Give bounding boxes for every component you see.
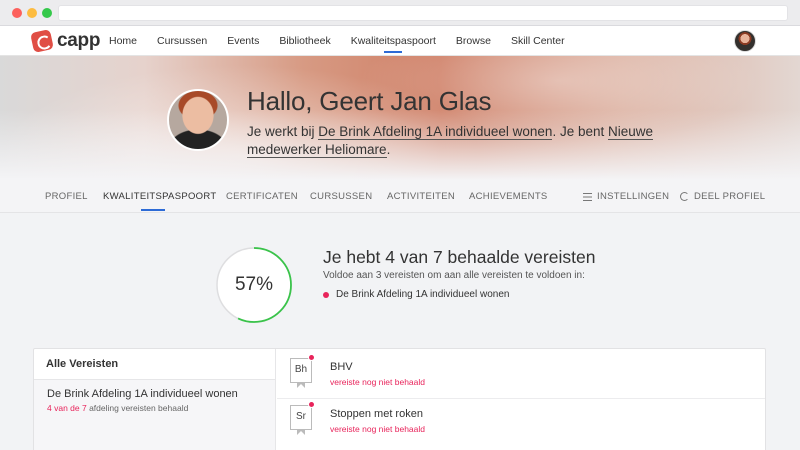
nav-browse[interactable]: Browse xyxy=(446,26,501,56)
capp-logo-icon xyxy=(30,29,54,53)
share-profile-button[interactable]: DEEL PROFIEL xyxy=(680,191,765,202)
summary-item-label: De Brink Afdeling 1A individueel wonen xyxy=(336,289,510,300)
requirement-row[interactable]: Sr Stoppen met roken vereiste nog niet b… xyxy=(277,400,765,446)
requirement-row[interactable]: Bh BHV vereiste nog niet behaald xyxy=(277,353,765,399)
tab-activiteiten[interactable]: ACTIVITEITEN xyxy=(387,191,455,202)
tab-achievements[interactable]: ACHIEVEMENTS xyxy=(469,191,548,202)
requirement-group-meta: 4 van de 7 afdeling vereisten behaald xyxy=(47,403,275,413)
unmet-dot-icon xyxy=(308,354,315,361)
requirement-group-title: De Brink Afdeling 1A individueel wonen xyxy=(47,388,238,400)
requirement-status: vereiste nog niet behaald xyxy=(330,424,425,434)
requirement-group-meta-text: afdeling vereisten behaald xyxy=(86,403,189,413)
logo[interactable]: capp xyxy=(30,29,101,53)
requirement-title: Stoppen met roken xyxy=(330,408,423,420)
requirement-group-item[interactable]: De Brink Afdeling 1A individueel wonen 4… xyxy=(34,380,275,450)
requirement-badge-icon: Bh xyxy=(290,358,312,388)
profile-sub-prefix: Je werkt bij xyxy=(247,124,319,139)
nav-events[interactable]: Events xyxy=(217,26,269,56)
nav-cursussen[interactable]: Cursussen xyxy=(147,26,217,56)
share-icon xyxy=(680,192,689,201)
progress-summary: 57% Je hebt 4 van 7 behaalde vereisten V… xyxy=(0,214,800,334)
logo-text: capp xyxy=(57,30,101,51)
profile-avatar xyxy=(167,89,229,151)
settings-button[interactable]: INSTELLINGEN xyxy=(583,191,669,202)
requirement-badge-icon: Sr xyxy=(290,405,312,435)
nav-home[interactable]: Home xyxy=(99,26,147,56)
profile-description: Je werkt bij De Brink Afdeling 1A indivi… xyxy=(247,123,667,159)
requirement-group-count: 4 van de 7 xyxy=(47,403,87,413)
profile-tabs: PROFIEL KWALITEITSPASPOORT CERTIFICATEN … xyxy=(0,180,800,213)
summary-subtitle: Voldoe aan 3 vereisten om aan alle verei… xyxy=(323,270,585,281)
profile-sub-suffix: . xyxy=(386,142,391,157)
requirement-title: BHV xyxy=(330,361,353,373)
profile-greeting: Hallo, Geert Jan Glas xyxy=(247,86,492,116)
progress-percent: 57% xyxy=(234,274,274,295)
profile-sub-middle: . Je bent xyxy=(552,124,608,139)
active-tab-indicator xyxy=(141,209,165,211)
tab-kwaliteitspaspoort[interactable]: KWALITEITSPASPOORT xyxy=(103,191,216,202)
requirements-header[interactable]: Alle Vereisten xyxy=(34,349,275,380)
nav-kwaliteitspaspoort[interactable]: Kwaliteitspaspoort xyxy=(341,26,446,56)
tab-cursussen[interactable]: CURSUSSEN xyxy=(310,191,372,202)
department-link[interactable]: De Brink Afdeling 1A individueel wonen xyxy=(318,124,553,140)
summary-requirement-item: De Brink Afdeling 1A individueel wonen xyxy=(323,289,509,300)
browser-chrome xyxy=(0,0,800,26)
top-navigation: capp Home Cursussen Events Bibliotheek K… xyxy=(0,26,800,56)
maximize-window-icon[interactable] xyxy=(42,8,52,18)
tab-certificaten[interactable]: CERTIFICATEN xyxy=(226,191,298,202)
nav-bibliotheek[interactable]: Bibliotheek xyxy=(269,26,340,56)
summary-title: Je hebt 4 van 7 behaalde vereisten xyxy=(323,247,596,267)
requirements-sidebar: Alle Vereisten De Brink Afdeling 1A indi… xyxy=(34,349,276,450)
tab-profiel[interactable]: PROFIEL xyxy=(45,191,88,202)
minimize-window-icon[interactable] xyxy=(27,8,37,18)
nav-skill-center[interactable]: Skill Center xyxy=(501,26,575,56)
settings-label: INSTELLINGEN xyxy=(597,191,670,202)
status-dot-icon xyxy=(323,291,329,298)
unmet-dot-icon xyxy=(308,401,315,408)
requirement-status: vereiste nog niet behaald xyxy=(330,377,425,387)
address-bar[interactable] xyxy=(58,5,788,21)
user-avatar[interactable] xyxy=(734,30,756,52)
requirements-panel: Alle Vereisten De Brink Afdeling 1A indi… xyxy=(33,348,766,450)
close-window-icon[interactable] xyxy=(12,8,22,18)
settings-list-icon xyxy=(583,192,592,201)
share-profile-label: DEEL PROFIEL xyxy=(694,191,766,202)
profile-header: Hallo, Geert Jan Glas Je werkt bij De Br… xyxy=(0,56,800,180)
